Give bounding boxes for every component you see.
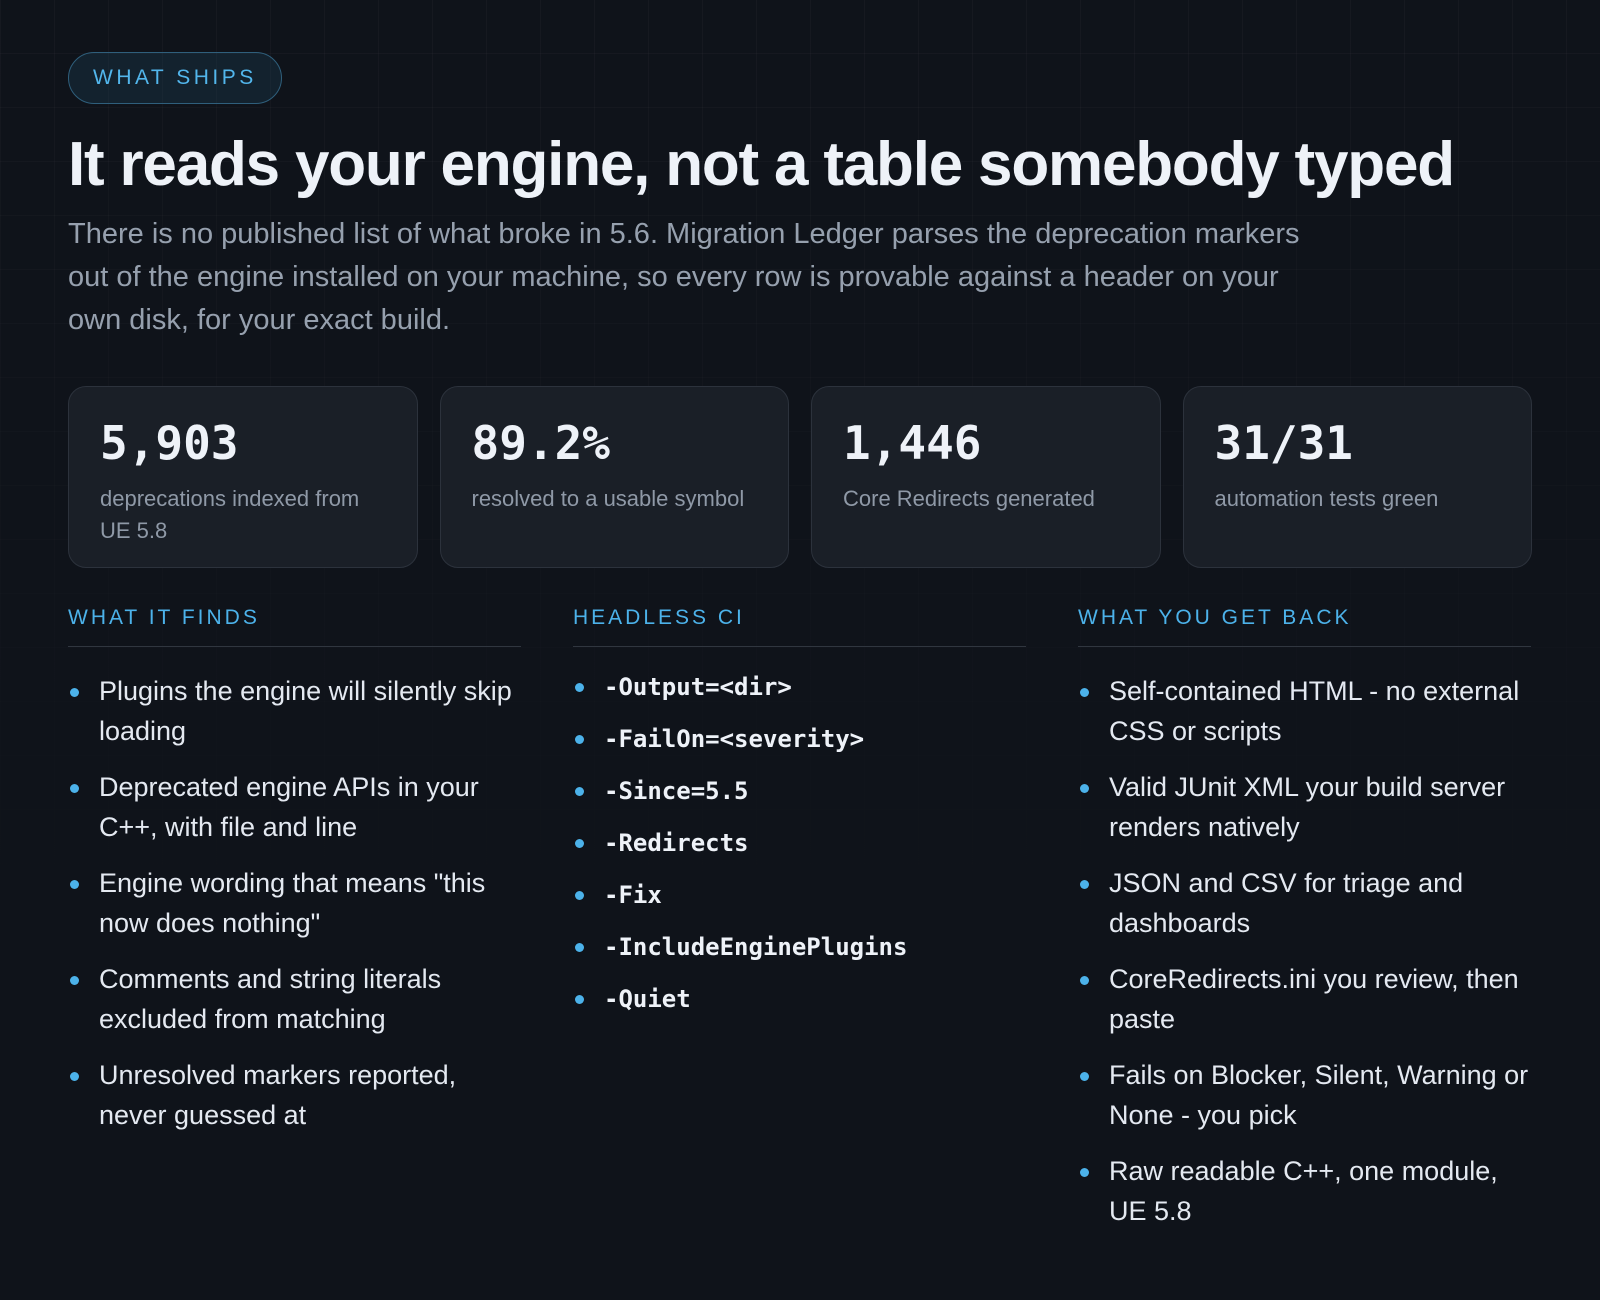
column-title: WHAT IT FINDS [68, 606, 521, 648]
list-item: Fails on Blocker, Silent, Warning or Non… [1078, 1055, 1531, 1135]
ci-flag: -FailOn=<severity> [573, 721, 1026, 757]
stat-value: 31/31 [1214, 416, 1353, 471]
outputs-list: Self-contained HTML - no external CSS or… [1078, 671, 1531, 1231]
column-title: WHAT YOU GET BACK [1078, 606, 1531, 648]
list-item: CoreRedirects.ini you review, then paste [1078, 959, 1531, 1039]
ci-flags-list: -Output=<dir> -FailOn=<severity> -Since=… [573, 669, 1026, 1017]
stat-value: 89.2% [471, 416, 610, 471]
list-item: Deprecated engine APIs in your C++, with… [68, 767, 521, 847]
column-what-you-get-back: WHAT YOU GET BACK Self-contained HTML - … [1078, 606, 1531, 1247]
list-item: Unresolved markers reported, never guess… [68, 1055, 521, 1135]
stat-value: 5,903 [100, 416, 239, 471]
list-item: JSON and CSV for triage and dashboards [1078, 863, 1531, 943]
finds-list: Plugins the engine will silently skip lo… [68, 671, 521, 1135]
ci-flag: -Quiet [573, 981, 1026, 1017]
list-item: Plugins the engine will silently skip lo… [68, 671, 521, 751]
subheadline: There is no published list of what broke… [68, 218, 1300, 337]
ci-flag: -Fix [573, 877, 1026, 913]
headline: It reads your engine, not a table somebo… [68, 130, 1455, 199]
ci-flag: -IncludeEnginePlugins [573, 929, 1026, 965]
feature-columns: WHAT IT FINDS Plugins the engine will si… [68, 606, 1532, 1247]
section-badge: WHAT SHIPS [68, 52, 282, 104]
column-headless-ci: HEADLESS CI -Output=<dir> -FailOn=<sever… [573, 606, 1026, 1247]
ci-flag: -Output=<dir> [573, 669, 1026, 705]
ci-flag: -Since=5.5 [573, 773, 1026, 809]
stat-value: 1,446 [843, 416, 982, 471]
list-item: Self-contained HTML - no external CSS or… [1078, 671, 1531, 751]
stat-label: Core Redirects generated [843, 486, 1095, 512]
stat-card-tests: 31/31 automation tests green [1182, 386, 1532, 569]
stat-label: resolved to a usable symbol [471, 486, 745, 512]
column-what-it-finds: WHAT IT FINDS Plugins the engine will si… [68, 606, 521, 1247]
list-item: Engine wording that means "this now does… [68, 863, 521, 943]
stat-label: deprecations indexed from UE 5.8 [100, 486, 360, 544]
list-item: Raw readable C++, one module, UE 5.8 [1078, 1151, 1531, 1231]
stats-row: 5,903 deprecations indexed from UE 5.8 8… [68, 386, 1532, 569]
ci-flag: -Redirects [573, 825, 1026, 861]
stat-card-resolved: 89.2% resolved to a usable symbol [439, 386, 789, 569]
list-item: Comments and string literals excluded fr… [68, 959, 521, 1039]
column-title: HEADLESS CI [573, 606, 1026, 648]
ships-section: WHAT SHIPS It reads your engine, not a t… [68, 52, 1532, 1247]
list-item: Valid JUnit XML your build server render… [1078, 767, 1531, 847]
stat-card-redirects: 1,446 Core Redirects generated [811, 386, 1161, 569]
stat-card-deprecations: 5,903 deprecations indexed from UE 5.8 [68, 386, 418, 569]
stat-label: automation tests green [1214, 486, 1439, 512]
